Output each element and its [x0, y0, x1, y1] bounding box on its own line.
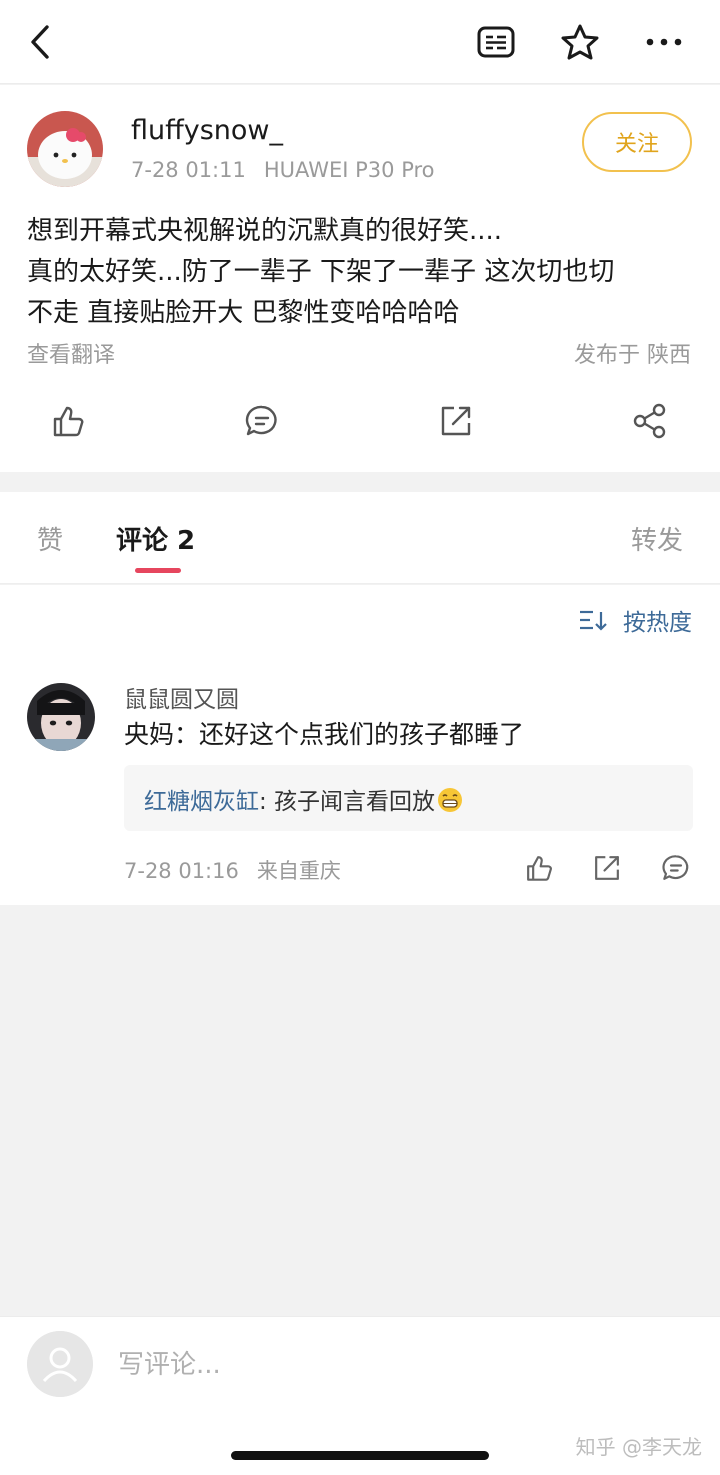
sort-button[interactable]: 按热度 [579, 603, 692, 637]
star-icon[interactable] [558, 20, 602, 64]
home-indicator[interactable] [231, 1451, 489, 1460]
tab-comments[interactable]: 评论 2 [116, 520, 195, 557]
comment-repost-icon[interactable] [590, 851, 624, 885]
reply-preview[interactable]: 红糖烟灰缸: 孩子闻言看回放 [124, 765, 693, 831]
active-tab-indicator [135, 568, 181, 573]
post-text-line: 不走 直接贴脸开大 巴黎性变哈哈哈哈 [27, 298, 460, 328]
back-icon[interactable] [18, 20, 62, 64]
commenter-name[interactable]: 鼠鼠圆又圆 [124, 680, 239, 714]
top-nav-bar [0, 0, 720, 84]
post-card: fluffysnow_ 7-28 01:11 HUAWEI P30 Pro 关注 … [0, 85, 720, 472]
comment-text: 央妈：还好这个点我们的孩子都睡了 [124, 720, 525, 749]
reply-content: 红糖烟灰缸: 孩子闻言看回放 [144, 782, 463, 816]
comment-location: 来自重庆 [256, 859, 341, 883]
comment-reply-icon[interactable] [659, 851, 693, 885]
comment-icon[interactable] [242, 401, 282, 441]
reader-icon[interactable] [474, 20, 518, 64]
comment-list: 按热度 鼠鼠圆又圆 央妈：还好这个点我们的孩子都睡了 红糖烟灰缸: 孩子闻言看回… [0, 585, 720, 905]
share-icon[interactable] [630, 401, 670, 441]
post-detail-page: fluffysnow_ 7-28 01:11 HUAWEI P30 Pro 关注 … [0, 0, 720, 1475]
post-text-line: 想到开幕式央视解说的沉默真的很好笑.... [27, 216, 503, 246]
comment-input-bar: 知乎 @李天龙 [0, 1316, 720, 1475]
post-text-line: 真的太好笑...防了一辈子 下架了一辈子 这次切也切 [27, 257, 615, 287]
post-location: 发布于 陕西 [574, 343, 691, 368]
author-name[interactable]: fluffysnow_ [131, 115, 283, 146]
comment-meta: 7-28 01:16 来自重庆 [124, 855, 341, 885]
like-icon[interactable] [48, 401, 88, 441]
tab-likes[interactable]: 赞 [37, 520, 63, 557]
comment-like-icon[interactable] [522, 851, 556, 885]
author-avatar[interactable] [27, 111, 103, 187]
translate-link[interactable]: 查看翻译 [27, 337, 115, 369]
follow-button[interactable]: 关注 [582, 112, 692, 172]
reply-text: : 孩子闻言看回放 [259, 789, 436, 815]
tab-reposts[interactable]: 转发 [631, 520, 683, 557]
sort-label: 按热度 [623, 610, 692, 636]
sort-icon [579, 609, 609, 631]
interaction-tabs: 赞 评论 2 转发 [0, 492, 720, 584]
comment-time: 7-28 01:16 [124, 859, 239, 883]
more-icon[interactable] [642, 20, 686, 64]
post-body: 想到开幕式央视解说的沉默真的很好笑.... 真的太好笑...防了一辈子 下架了一… [27, 211, 697, 334]
post-time: 7-28 01:11 [131, 158, 246, 182]
reply-user[interactable]: 红糖烟灰缸 [144, 789, 259, 815]
post-meta: 7-28 01:11 HUAWEI P30 Pro [131, 158, 435, 182]
grin-emoji-icon [437, 787, 463, 813]
commenter-avatar[interactable] [27, 683, 95, 751]
repost-icon[interactable] [436, 401, 476, 441]
post-device: HUAWEI P30 Pro [263, 158, 435, 182]
comment-input[interactable] [118, 1345, 558, 1385]
user-avatar-icon [27, 1331, 93, 1397]
watermark-text: 知乎 @李天龙 [575, 1435, 702, 1459]
